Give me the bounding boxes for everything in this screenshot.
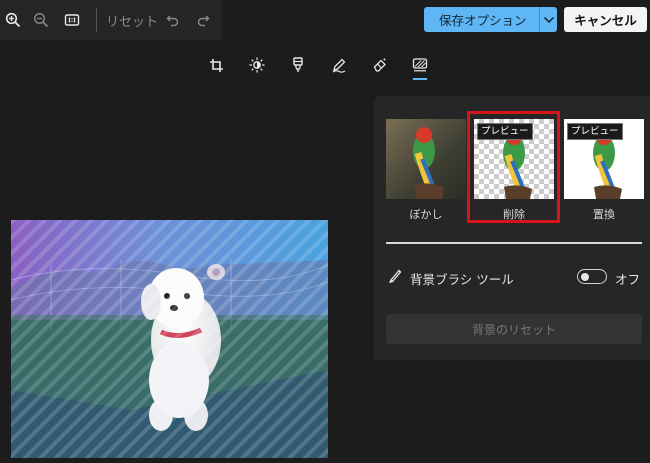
edited-photo[interactable] [11,220,328,458]
color-icon[interactable] [287,54,309,76]
redo-icon[interactable] [192,9,214,31]
cancel-button[interactable]: キャンセル [564,7,647,32]
background-brush-row: 背景ブラシ ツール オフ [386,265,642,289]
save-options-button[interactable]: 保存オプション [424,7,557,32]
view-toolbar: リセット [0,0,222,40]
brush-icon [388,268,402,288]
replace-option-thumbnail[interactable]: プレビュー [564,119,644,199]
actual-size-icon[interactable] [61,9,83,31]
brightness-icon[interactable] [246,54,268,76]
toggle-knob [581,272,589,281]
toggle-state-label: オフ [615,272,641,287]
background-icon[interactable] [409,54,431,76]
erase-icon[interactable] [369,54,391,76]
replace-option-label: 置換 [593,208,615,221]
save-options-label: 保存オプション [439,13,527,28]
reset-background-button[interactable]: 背景のリセット [386,314,642,344]
active-tool-indicator [413,78,427,80]
blur-option-label: ぼかし [409,208,443,221]
crop-icon[interactable] [205,54,227,76]
chevron-down-icon[interactable] [540,16,557,24]
selection-highlight [467,111,560,223]
brush-tool-label: 背景ブラシ ツール [410,272,514,287]
blur-option-thumbnail[interactable] [386,119,466,199]
preview-badge: プレビュー [567,123,623,140]
reset-button[interactable]: リセット [106,11,158,30]
markup-icon[interactable] [328,54,350,76]
panel-divider [386,242,642,244]
brush-tool-toggle[interactable] [577,269,607,284]
undo-icon[interactable] [162,9,184,31]
toolbar-divider [96,8,97,32]
zoom-out-icon[interactable] [30,9,52,31]
zoom-in-icon[interactable] [2,9,24,31]
